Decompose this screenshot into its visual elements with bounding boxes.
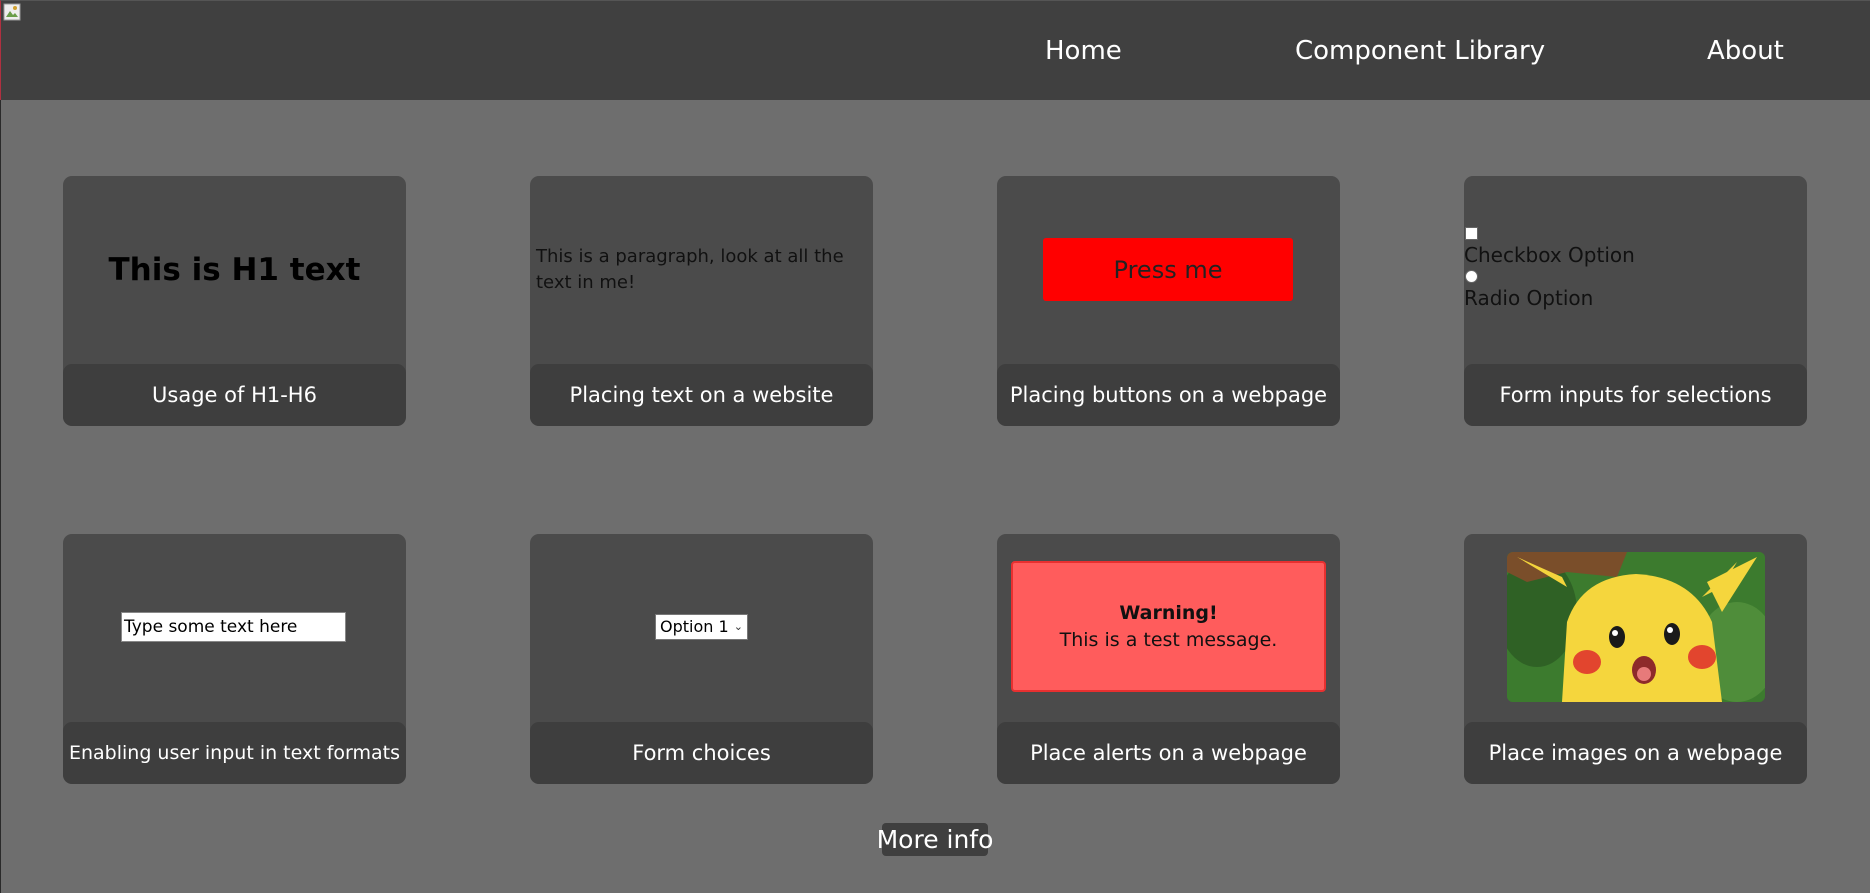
card-preview: Option 1 ⌄	[530, 534, 873, 722]
card-text[interactable]: This is a paragraph, look at all the tex…	[530, 176, 873, 426]
radio-option[interactable]	[1465, 270, 1478, 283]
card-footer-label: Usage of H1-H6	[63, 364, 406, 426]
card-headings[interactable]: This is H1 text Usage of H1-H6	[63, 176, 406, 426]
alert-message: This is a test message.	[1059, 628, 1278, 651]
more-info-button[interactable]: More info	[877, 823, 993, 856]
card-footer-label: Place images on a webpage	[1464, 722, 1807, 784]
card-form-choices[interactable]: Option 1 ⌄ Form choices	[530, 534, 873, 784]
nav-home-link[interactable]: Home	[1045, 35, 1122, 67]
card-buttons[interactable]: Press me Placing buttons on a webpage	[997, 176, 1340, 426]
card-preview: Type some text here	[63, 534, 406, 722]
card-preview: This is a paragraph, look at all the tex…	[530, 176, 873, 364]
card-preview: Press me	[997, 176, 1340, 364]
pikachu-image	[1507, 552, 1765, 702]
nav-component-library-link[interactable]: Component Library	[1295, 35, 1545, 67]
paragraph-sample-text: This is a paragraph, look at all the tex…	[536, 246, 844, 293]
press-me-button[interactable]: Press me	[1043, 238, 1293, 301]
card-footer-label: Enabling user input in text formats	[63, 722, 406, 784]
card-preview: This is H1 text	[63, 176, 406, 364]
h1-sample-text: This is H1 text	[108, 252, 361, 288]
broken-image-icon	[3, 3, 21, 21]
nav-about-link[interactable]: About	[1707, 35, 1784, 67]
select-value: Option 1	[660, 617, 729, 636]
page-left-border	[0, 100, 1, 893]
card-preview: Warning! This is a test message.	[997, 534, 1340, 722]
chevron-down-icon: ⌄	[733, 620, 743, 633]
checkbox-label: Checkbox Option	[1464, 243, 1635, 267]
card-footer-label: Placing buttons on a webpage	[997, 364, 1340, 426]
card-alerts[interactable]: Warning! This is a test message. Place a…	[997, 534, 1340, 784]
card-images[interactable]: Place images on a webpage	[1464, 534, 1807, 784]
top-navbar: Home Component Library About	[0, 0, 1870, 100]
card-footer-label: Place alerts on a webpage	[997, 722, 1340, 784]
radio-label: Radio Option	[1464, 286, 1594, 310]
option-select[interactable]: Option 1 ⌄	[655, 614, 748, 640]
card-form-selections[interactable]: Checkbox Option Radio Option Form inputs…	[1464, 176, 1807, 426]
surprised-pikachu-image-icon	[1507, 552, 1765, 702]
alert-title: Warning!	[1119, 601, 1218, 624]
card-text-input[interactable]: Type some text here Enabling user input …	[63, 534, 406, 784]
card-preview: Checkbox Option Radio Option	[1464, 176, 1807, 364]
sample-text-input[interactable]: Type some text here	[121, 612, 346, 642]
checkbox-option[interactable]	[1465, 227, 1478, 240]
warning-alert: Warning! This is a test message.	[1011, 561, 1326, 692]
card-footer-label: Form choices	[530, 722, 873, 784]
card-footer-label: Placing text on a website	[530, 364, 873, 426]
card-footer-label: Form inputs for selections	[1464, 364, 1807, 426]
card-preview	[1464, 534, 1807, 722]
